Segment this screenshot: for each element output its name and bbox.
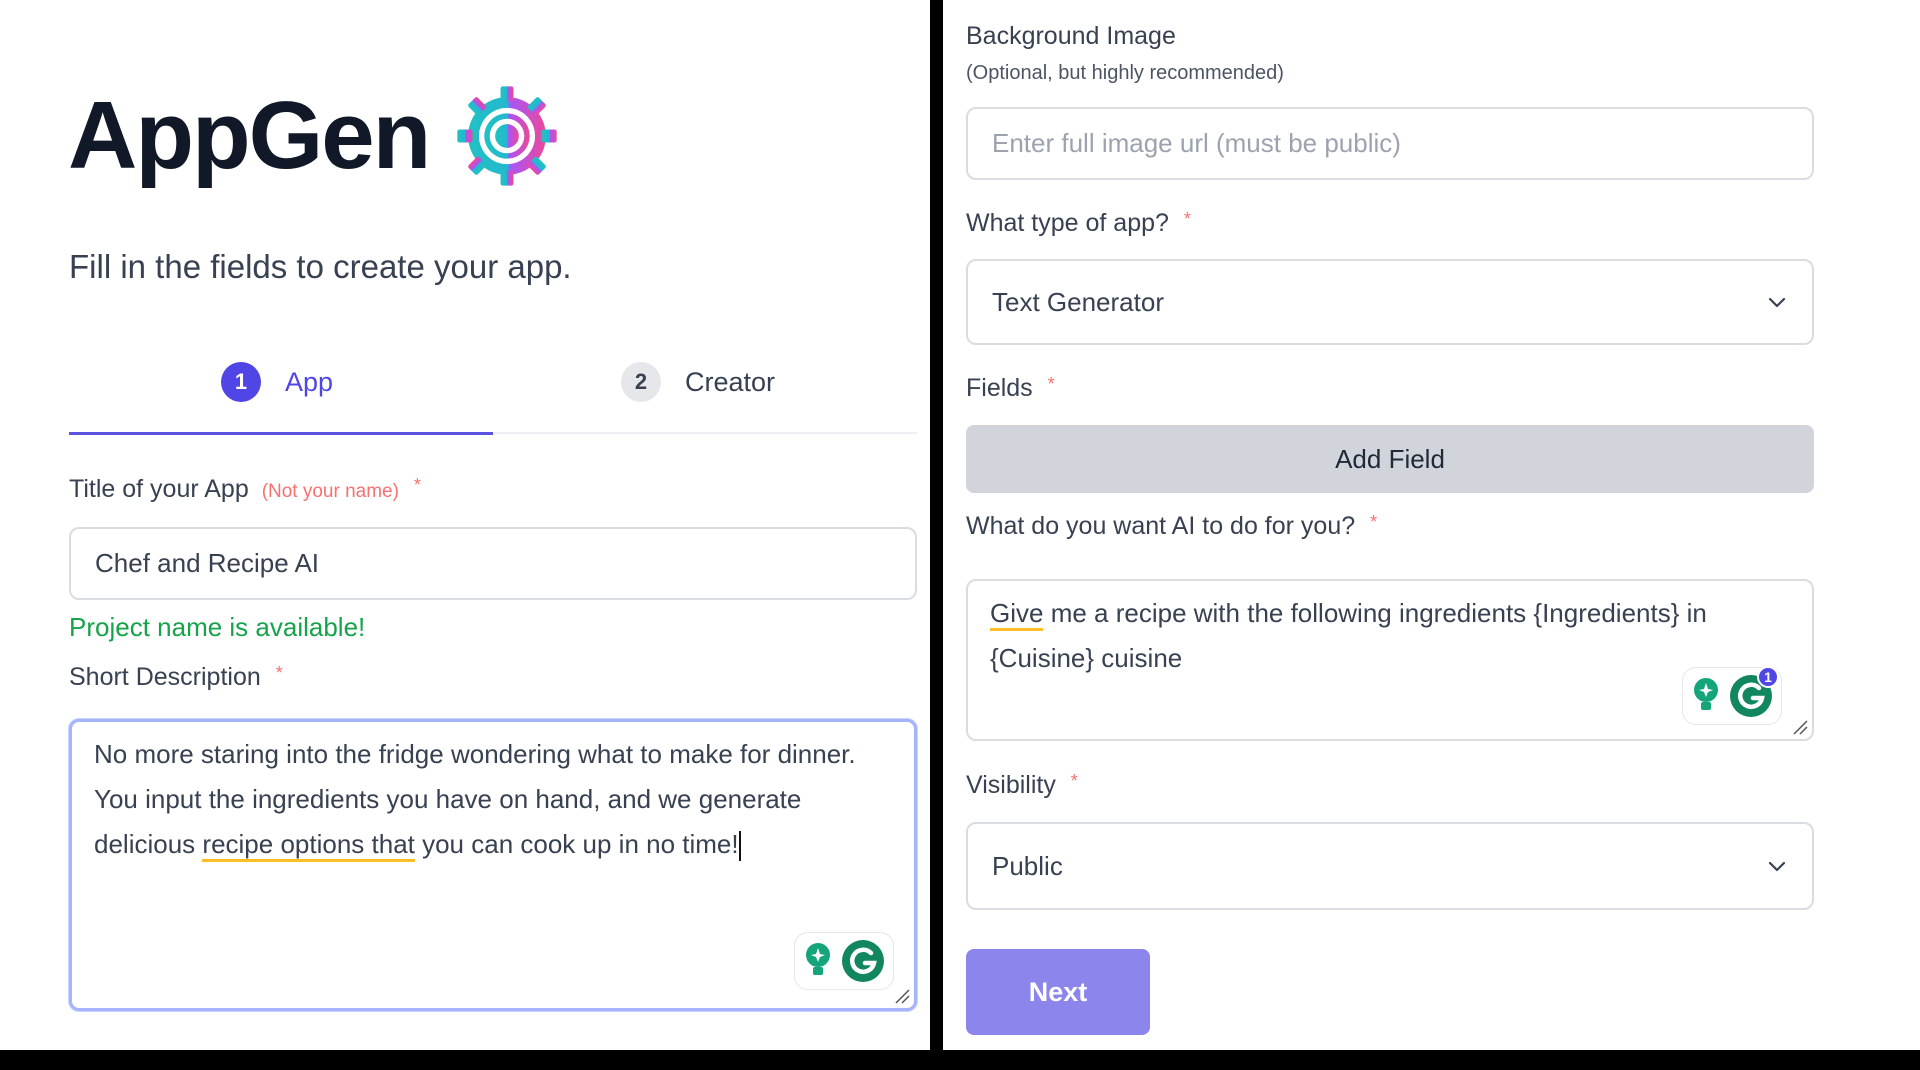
visibility-label-text: Visibility — [966, 771, 1056, 799]
background-image-sublabel: (Optional, but highly recommended) — [966, 62, 1284, 84]
resize-handle-icon[interactable] — [892, 986, 910, 1004]
step-label: App — [285, 366, 334, 397]
step-number: 1 — [221, 362, 261, 402]
description-label-text: Short Description — [69, 663, 261, 691]
bottom-border — [0, 1050, 1920, 1070]
prompt-text: me a recipe with the following ingredien… — [990, 598, 1707, 673]
short-description-textarea[interactable]: No more staring into the fridge wonderin… — [69, 719, 917, 1011]
grammar-flagged-text[interactable]: recipe options that — [202, 829, 415, 862]
app-type-select[interactable]: Text Generator — [966, 259, 1814, 345]
description-text-part: you can cook up in no time! — [414, 829, 739, 859]
title-label-text: Title of your App — [69, 475, 249, 503]
visibility-select[interactable]: Public — [966, 822, 1814, 910]
required-mark: * — [1070, 771, 1078, 791]
title-availability-status: Project name is available! — [69, 612, 366, 642]
background-image-label: Background Image — [966, 22, 1176, 50]
required-mark: * — [1047, 374, 1055, 394]
fields-label-text: Fields — [966, 374, 1033, 402]
lightbulb-icon[interactable] — [803, 941, 833, 981]
active-step-indicator — [69, 432, 493, 435]
gear-logo-icon — [457, 86, 557, 186]
add-field-button[interactable]: Add Field — [966, 425, 1814, 493]
grammarly-widget[interactable]: 1 — [1682, 666, 1782, 725]
app-type-value: Text Generator — [992, 286, 1164, 317]
ai-prompt-textarea[interactable]: Give me a recipe with the following ingr… — [966, 579, 1814, 741]
grammarly-icon[interactable] — [841, 939, 885, 983]
tab-creator[interactable]: 2 Creator — [621, 362, 775, 402]
background-image-url-input[interactable]: Enter full image url (must be public) — [966, 107, 1814, 180]
ai-prompt-label-text: What do you want AI to do for you? — [966, 512, 1356, 540]
required-mark: * — [413, 475, 421, 495]
title-hint: (Not your name) — [261, 481, 399, 502]
app-title-input[interactable]: Chef and Recipe AI — [69, 527, 917, 600]
grammarly-badge-count: 1 — [1757, 666, 1779, 688]
grammarly-button[interactable]: 1 — [1729, 666, 1779, 718]
required-mark: * — [1370, 512, 1378, 532]
required-mark: * — [1183, 209, 1191, 229]
stepper: 1 App 2 Creator — [69, 352, 917, 435]
app-type-label-text: What type of app? — [966, 209, 1169, 237]
text-caret — [738, 831, 741, 862]
visibility-value: Public — [992, 850, 1063, 881]
lightbulb-icon[interactable] — [1691, 676, 1721, 716]
tab-app[interactable]: 1 App — [221, 362, 333, 402]
chevron-down-icon — [1768, 861, 1786, 872]
step-label: Creator — [685, 366, 776, 397]
visibility-label: Visibility * — [966, 771, 1078, 800]
input-placeholder: Enter full image url (must be public) — [992, 128, 1401, 158]
fields-label: Fields * — [966, 374, 1055, 403]
description-label: Short Description * — [69, 663, 283, 692]
chevron-down-icon — [1768, 297, 1786, 308]
resize-handle-icon[interactable] — [1790, 717, 1808, 735]
title-label: Title of your App (Not your name) * — [69, 475, 421, 504]
brand-name: AppGen — [68, 82, 431, 189]
app-title-value: Chef and Recipe AI — [95, 548, 320, 578]
app-type-label: What type of app? * — [966, 209, 1191, 238]
ai-prompt-label: What do you want AI to do for you? * — [966, 512, 1377, 541]
next-button[interactable]: Next — [966, 949, 1150, 1035]
right-panel: Background Image (Optional, but highly r… — [943, 0, 1920, 1050]
grammarly-widget[interactable] — [794, 932, 894, 990]
left-panel: AppGen Fill in the fields to create your… — [0, 0, 930, 1050]
step-number: 2 — [621, 362, 661, 402]
brand: AppGen — [68, 82, 561, 190]
grammar-flagged-text[interactable]: Give — [990, 598, 1044, 631]
page-subtitle: Fill in the fields to create your app. — [69, 248, 572, 285]
required-mark: * — [275, 663, 283, 683]
